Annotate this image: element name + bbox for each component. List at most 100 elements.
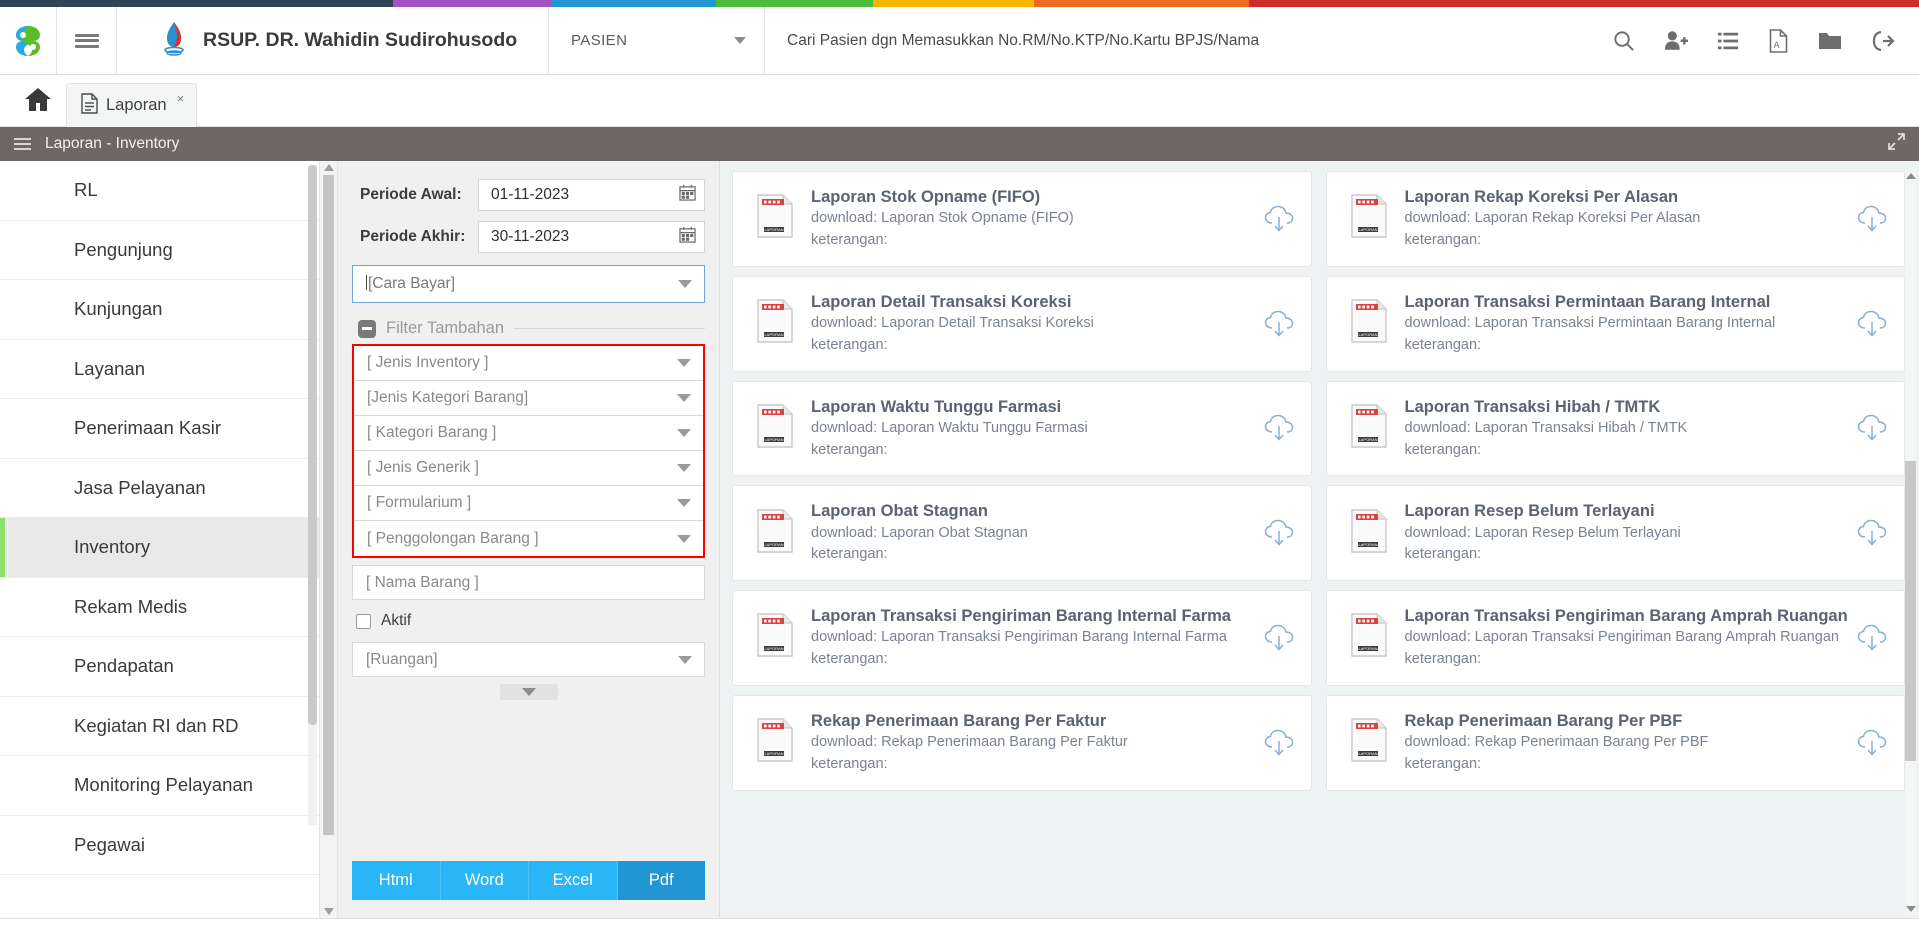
logout-icon[interactable] — [1871, 29, 1895, 53]
export-word-button[interactable]: Word — [440, 861, 529, 900]
report-card[interactable]: LAPORAN Laporan Transaksi Pengiriman Bar… — [732, 590, 1312, 686]
export-html-button[interactable]: Html — [352, 861, 441, 900]
report-card[interactable]: LAPORAN Laporan Rekap Koreksi Per Alasan… — [1325, 171, 1905, 267]
filter-panel-scrollbar[interactable] — [320, 161, 338, 918]
scroll-up-icon[interactable] — [323, 164, 334, 171]
report-keterangan-label: keterangan: — [811, 232, 888, 249]
export-pdf-button[interactable]: Pdf — [617, 861, 705, 900]
sidebar-item-label: Rekam Medis — [74, 595, 188, 617]
report-card[interactable]: LAPORAN Rekap Penerimaan Barang Per Fakt… — [732, 694, 1312, 791]
simgos-logo-icon[interactable] — [0, 7, 57, 74]
penggolongan-barang-select[interactable]: [ Penggolongan Barang ] — [354, 521, 703, 556]
report-card[interactable]: LAPORAN Laporan Stok Opname (FIFO) downl… — [732, 171, 1312, 267]
cloud-download-icon[interactable] — [1263, 414, 1295, 442]
cloud-download-icon[interactable] — [1263, 310, 1295, 338]
report-card[interactable]: LAPORAN Laporan Obat Stagnan download: L… — [732, 485, 1312, 582]
chevron-down-icon — [677, 534, 691, 543]
nama-barang-input[interactable]: [ Nama Barang ] — [352, 565, 705, 600]
sidebar-scrollbar-thumb[interactable] — [308, 165, 317, 725]
calendar-icon[interactable] — [679, 226, 696, 248]
periode-awal-input[interactable]: 01-11-2023 — [478, 179, 705, 211]
chevron-down-icon — [521, 688, 536, 696]
expand-more-filters-button[interactable] — [499, 684, 558, 700]
folder-icon[interactable] — [1818, 30, 1842, 51]
hospital-flame-logo-icon — [159, 20, 189, 61]
sidebar-item-rekam-medis[interactable]: Rekam Medis — [0, 577, 319, 637]
home-icon[interactable] — [10, 74, 66, 126]
cloud-download-icon[interactable] — [1263, 205, 1295, 233]
tab-close-icon[interactable]: × — [177, 91, 185, 106]
rainbow-segment — [1249, 0, 1919, 7]
cloud-download-icon[interactable] — [1856, 205, 1888, 233]
patient-search-wrapper[interactable] — [765, 7, 1602, 74]
report-document-icon: LAPORAN — [755, 298, 795, 349]
sidebar-item-kegiatan-ri-dan-rd[interactable]: Kegiatan RI dan RD — [0, 696, 319, 756]
add-user-icon[interactable] — [1664, 29, 1688, 52]
report-card[interactable]: LAPORAN Laporan Resep Belum Terlayani do… — [1325, 485, 1905, 582]
sidebar-item-pendapatan[interactable]: Pendapatan — [0, 637, 319, 697]
filter-scroll-thumb[interactable] — [323, 175, 334, 835]
sidebar-item-kunjungan[interactable]: Kunjungan — [0, 280, 319, 340]
sidebar-item-list: RL Pengunjung Kunjungan Layanan Penerima… — [0, 161, 319, 875]
main-scrollbar-thumb[interactable] — [1905, 461, 1916, 761]
formularium-select[interactable]: [ Formularium ] — [354, 486, 703, 521]
expand-fullscreen-icon[interactable] — [1888, 133, 1905, 155]
sidebar-item-pengunjung[interactable]: Pengunjung — [0, 220, 319, 280]
ruangan-select[interactable]: [Ruangan] — [352, 642, 705, 677]
sidebar-item-layanan[interactable]: Layanan — [0, 339, 319, 399]
minus-collapse-icon[interactable] — [358, 319, 376, 338]
report-column-right: LAPORAN Laporan Rekap Koreksi Per Alasan… — [1325, 171, 1905, 791]
chevron-down-icon — [677, 429, 691, 437]
report-card[interactable]: LAPORAN Laporan Waktu Tunggu Farmasi dow… — [732, 380, 1312, 477]
filter-scroll-track[interactable] — [323, 175, 334, 904]
scroll-down-icon[interactable] — [1905, 906, 1916, 912]
sidebar-item-pegawai[interactable]: Pegawai — [0, 815, 319, 875]
report-card[interactable]: LAPORAN Rekap Penerimaan Barang Per PBF … — [1325, 694, 1905, 791]
aktif-checkbox[interactable]: Aktif — [356, 612, 705, 630]
report-card[interactable]: LAPORAN Laporan Transaksi Hibah / TMTK d… — [1325, 380, 1905, 477]
main-scrollbar[interactable] — [1905, 171, 1916, 914]
scroll-down-icon[interactable] — [323, 908, 334, 915]
sidebar-item-inventory[interactable]: Inventory — [0, 518, 319, 578]
pdf-file-icon[interactable]: A — [1768, 28, 1789, 53]
cloud-download-icon[interactable] — [1263, 519, 1295, 547]
cloud-download-icon[interactable] — [1856, 414, 1888, 442]
jenis-generik-select[interactable]: [ Jenis Generik ] — [354, 451, 703, 486]
hamburger-menu-icon[interactable] — [57, 7, 117, 74]
report-card[interactable]: LAPORAN Laporan Transaksi Permintaan Bar… — [1325, 275, 1905, 372]
periode-akhir-input[interactable]: 30-11-2023 — [478, 221, 705, 253]
cloud-download-icon[interactable] — [1263, 624, 1295, 652]
sidebar-item-jasa-pelayanan[interactable]: Jasa Pelayanan — [0, 458, 319, 518]
cloud-download-icon[interactable] — [1856, 519, 1888, 547]
cloud-download-icon[interactable] — [1263, 729, 1295, 757]
report-document-icon: LAPORAN — [1349, 193, 1389, 244]
sidebar-item-monitoring-pelayanan[interactable]: Monitoring Pelayanan — [0, 756, 319, 816]
report-card[interactable]: LAPORAN Laporan Detail Transaksi Koreksi… — [732, 275, 1312, 372]
tab-laporan[interactable]: Laporan × — [66, 83, 198, 127]
sidebar-scrollbar[interactable] — [308, 165, 317, 825]
list-icon[interactable] — [1717, 30, 1739, 52]
calendar-icon[interactable] — [679, 184, 696, 206]
export-button-row: Html Word Excel Pdf — [352, 861, 705, 900]
svg-text:LAPORAN: LAPORAN — [1358, 542, 1377, 547]
kategori-barang-select[interactable]: [ Kategori Barang ] — [354, 416, 703, 451]
cloud-download-icon[interactable] — [1856, 729, 1888, 757]
patient-type-select[interactable]: PASIEN — [549, 7, 765, 74]
search-input[interactable] — [787, 31, 1602, 50]
svg-text:LAPORAN: LAPORAN — [764, 228, 783, 233]
report-card[interactable]: LAPORAN Laporan Transaksi Pengiriman Bar… — [1325, 590, 1905, 686]
cara-bayar-select[interactable]: [Cara Bayar] — [352, 265, 705, 303]
export-excel-button[interactable]: Excel — [529, 861, 618, 900]
sidebar-item-penerimaan-kasir[interactable]: Penerimaan Kasir — [0, 399, 319, 459]
jenis-inventory-select[interactable]: [ Jenis Inventory ] — [354, 346, 703, 381]
sidebar-toggle-icon[interactable] — [14, 136, 31, 152]
sidebar-item-rl[interactable]: RL — [0, 161, 319, 221]
checkbox-box[interactable] — [356, 613, 371, 629]
sidebar-item-label: Penerimaan Kasir — [74, 417, 222, 439]
jenis-kategori-barang-select[interactable]: [Jenis Kategori Barang] — [354, 381, 703, 416]
search-icon[interactable] — [1612, 29, 1635, 52]
scroll-up-icon[interactable] — [1905, 171, 1916, 179]
cloud-download-icon[interactable] — [1856, 624, 1888, 652]
cloud-download-icon[interactable] — [1856, 310, 1888, 338]
report-card-text: Laporan Obat Stagnan download: Laporan O… — [811, 500, 1263, 566]
